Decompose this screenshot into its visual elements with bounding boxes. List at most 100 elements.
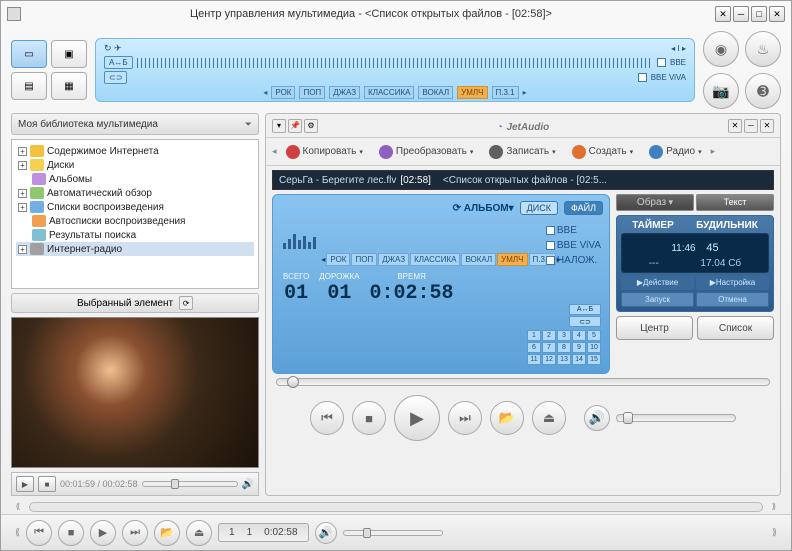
disp-genre-jazz[interactable]: ДЖАЗ: [378, 253, 409, 266]
num-5[interactable]: 5: [587, 330, 601, 341]
settings-button[interactable]: ▶Настройка: [696, 275, 769, 290]
open-button[interactable]: 📂: [490, 401, 524, 435]
view-mode-3-button[interactable]: ▤: [11, 72, 47, 100]
list-button[interactable]: Список: [697, 316, 774, 340]
disp-genre-pop[interactable]: ПОП: [351, 253, 377, 266]
genre-classic[interactable]: КЛАССИКА: [364, 86, 414, 99]
tree-autoplaylists[interactable]: Автосписки воспроизведения: [16, 214, 254, 228]
footer-left-arrow[interactable]: ⟪: [15, 527, 20, 538]
record-button[interactable]: Записать▾: [482, 141, 562, 163]
footer-right-arrow[interactable]: ⟫: [772, 527, 777, 538]
disk-pill[interactable]: ДИСК: [520, 201, 558, 215]
preview-stop-button[interactable]: ■: [38, 476, 56, 492]
player-opts-button[interactable]: ⚙: [304, 119, 318, 133]
video-preview[interactable]: [11, 317, 259, 468]
player-extra-button[interactable]: ✕: [728, 119, 742, 133]
seek-slider[interactable]: [276, 378, 770, 386]
view-mode-2-button[interactable]: ▣: [51, 40, 87, 68]
view-mode-1-button[interactable]: ▭: [11, 40, 47, 68]
player-pin-button[interactable]: 📌: [288, 119, 302, 133]
minimize-button[interactable]: ─: [733, 6, 749, 22]
maximize-button[interactable]: □: [751, 6, 767, 22]
tree-playlists[interactable]: +Списки воспроизведения: [16, 200, 254, 214]
library-header[interactable]: Моя библиотека мультимедиа ⏷: [11, 113, 259, 135]
action-button[interactable]: ▶Действие: [621, 275, 694, 290]
player-close-button[interactable]: ✕: [760, 119, 774, 133]
bbeviva-check[interactable]: [638, 73, 647, 82]
num-13[interactable]: 13: [557, 354, 571, 365]
footer-mute-button[interactable]: 🔊: [315, 522, 337, 544]
loop-button[interactable]: ⊂⊃: [569, 316, 601, 327]
eject-button[interactable]: ⏏: [532, 401, 566, 435]
num-2[interactable]: 2: [542, 330, 556, 341]
footer-eject-button[interactable]: ⏏: [186, 520, 212, 546]
genre-jazz[interactable]: ДЖАЗ: [329, 86, 360, 99]
prev-button[interactable]: ⏮: [310, 401, 344, 435]
footer-next-button[interactable]: ⏭: [122, 520, 148, 546]
footer-play-button[interactable]: ▶: [90, 520, 116, 546]
bbe-check-2[interactable]: [546, 226, 555, 235]
num-10[interactable]: 10: [587, 342, 601, 353]
preview-play-button[interactable]: ▶: [16, 476, 34, 492]
num-6[interactable]: 6: [527, 342, 541, 353]
footer-stop-button[interactable]: ■: [58, 520, 84, 546]
copy-button[interactable]: Копировать▾: [279, 141, 370, 163]
bbe-check[interactable]: [657, 58, 666, 67]
footer-open-button[interactable]: 📂: [154, 520, 180, 546]
disp-genre-vocal[interactable]: ВОКАЛ: [461, 253, 496, 266]
bbeviva-check-2[interactable]: [546, 241, 555, 250]
genre-p31[interactable]: П.3.1: [492, 86, 519, 99]
preview-volume-slider[interactable]: [142, 481, 238, 487]
genre-pop[interactable]: ПОП: [299, 86, 325, 99]
tree-internetradio[interactable]: +Интернет-радио: [16, 242, 254, 256]
num-7[interactable]: 7: [542, 342, 556, 353]
genre-rock[interactable]: РОК: [271, 86, 295, 99]
selected-refresh-button[interactable]: ⟳: [179, 296, 193, 310]
camera-button[interactable]: 📷: [703, 73, 739, 109]
tree-disks[interactable]: +Диски: [16, 158, 254, 172]
num-14[interactable]: 14: [572, 354, 586, 365]
radio-button[interactable]: Радио▾: [642, 141, 708, 163]
num-4[interactable]: 4: [572, 330, 586, 341]
player-menu-button[interactable]: ▾: [272, 119, 286, 133]
player-min-button[interactable]: ─: [744, 119, 758, 133]
view-mode-4-button[interactable]: ▦: [51, 72, 87, 100]
mute-button[interactable]: 🔊: [584, 405, 610, 431]
footer-volume-slider[interactable]: [343, 530, 443, 536]
tree-searchresults[interactable]: Результаты поиска: [16, 228, 254, 242]
cancel-button[interactable]: Отмена: [696, 292, 769, 307]
num-12[interactable]: 12: [542, 354, 556, 365]
repeat-button[interactable]: ⊂⊃: [104, 71, 127, 84]
tab-image[interactable]: Образ ▾: [616, 194, 694, 211]
genre-default[interactable]: УМЛЧ: [457, 86, 487, 99]
burn-button[interactable]: ◉: [703, 31, 739, 67]
tab-text[interactable]: Текст: [696, 194, 774, 211]
file-pill[interactable]: ФАЙЛ: [564, 201, 603, 215]
tree-internet-content[interactable]: +Содержимое Интернета: [16, 144, 254, 158]
ab-loop-button[interactable]: А↔Б: [104, 56, 133, 69]
num-3[interactable]: 3: [557, 330, 571, 341]
num-11[interactable]: 11: [527, 354, 541, 365]
num-1[interactable]: 1: [527, 330, 541, 341]
num-15[interactable]: 15: [587, 354, 601, 365]
start-button[interactable]: Запуск: [621, 292, 694, 307]
convert-button[interactable]: Преобразовать▾: [372, 141, 481, 163]
create-button[interactable]: Создать▾: [565, 141, 641, 163]
disp-genre-rock[interactable]: РОК: [326, 253, 350, 266]
overlay-check[interactable]: [546, 256, 555, 265]
volume-slider[interactable]: [616, 414, 736, 422]
speaker-icon[interactable]: 🔊: [242, 479, 254, 490]
scroll-left[interactable]: ⟪: [11, 502, 25, 512]
footer-prev-button[interactable]: ⏮: [26, 520, 52, 546]
extra-button[interactable]: ✕: [715, 6, 731, 22]
close-button[interactable]: ✕: [769, 6, 785, 22]
mode3-button[interactable]: ➌: [745, 73, 781, 109]
scroll-track[interactable]: [29, 502, 763, 512]
scroll-right[interactable]: ⟫: [767, 502, 781, 512]
play-button[interactable]: ▶: [394, 395, 440, 441]
disp-genre-classic[interactable]: КЛАССИКА: [410, 253, 460, 266]
next-button[interactable]: ⏭: [448, 401, 482, 435]
genre-vocal[interactable]: ВОКАЛ: [418, 86, 453, 99]
num-8[interactable]: 8: [557, 342, 571, 353]
stop-button[interactable]: ■: [352, 401, 386, 435]
